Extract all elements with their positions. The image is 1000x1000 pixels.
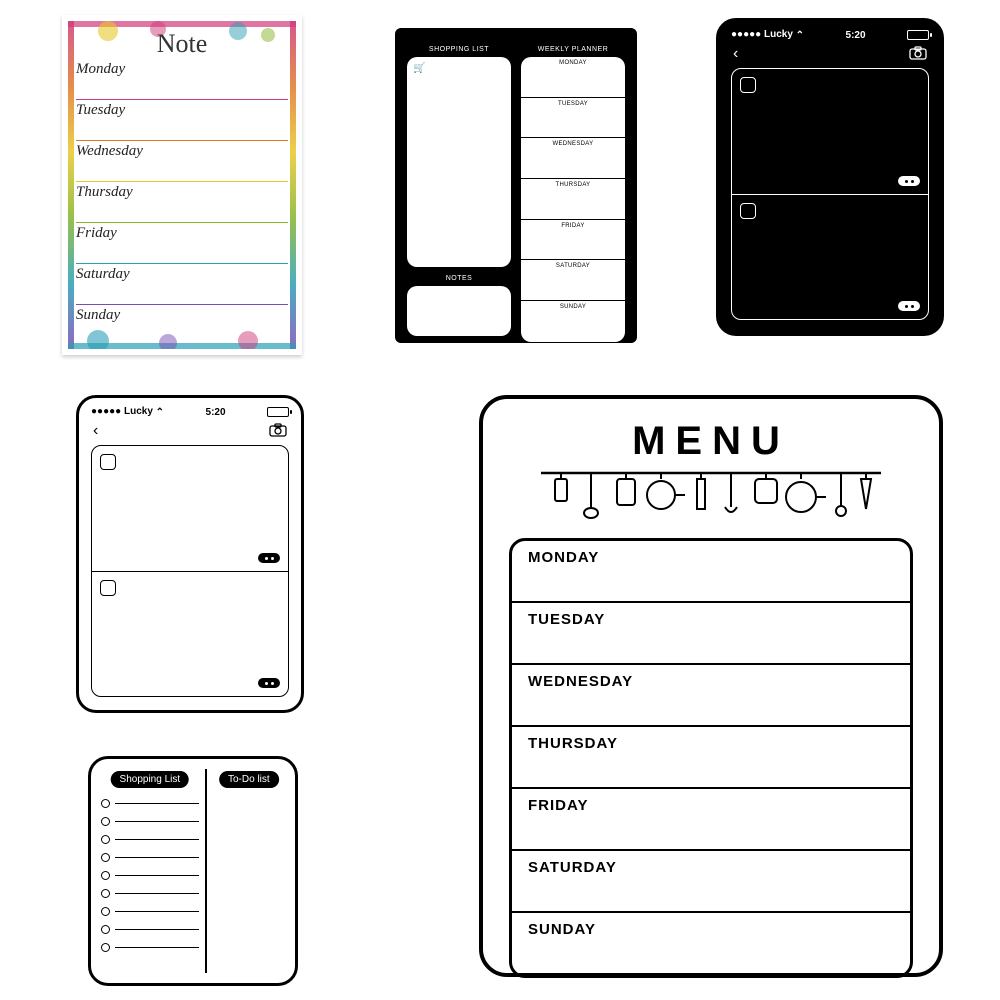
planner-day[interactable]: MONDAY: [521, 57, 625, 98]
battery-icon: [267, 407, 289, 417]
shopping-line[interactable]: [101, 884, 199, 902]
shopping-column: Shopping List: [101, 769, 207, 973]
checkbox-icon[interactable]: [100, 580, 116, 596]
todo-column[interactable]: To-Do list: [213, 769, 285, 973]
bullet-icon: [101, 853, 110, 862]
note-day-label: Sunday: [76, 307, 120, 324]
list-item[interactable]: [732, 69, 928, 194]
camera-icon[interactable]: [269, 423, 287, 439]
battery-icon: [907, 30, 929, 40]
content-list: [91, 445, 289, 697]
shopping-line[interactable]: [101, 920, 199, 938]
drag-handle-icon[interactable]: [898, 176, 920, 186]
back-icon[interactable]: ‹: [93, 423, 98, 439]
weekly-planner-card: SHOPPING LIST 🛒 NOTES WEEKLY PLANNER MON…: [395, 28, 637, 343]
note-day-label: Monday: [76, 61, 125, 78]
list-item[interactable]: [732, 194, 928, 319]
note-day-label: Friday: [76, 225, 117, 242]
bullet-icon: [101, 907, 110, 916]
note-week-list: Monday Tuesday Wednesday Thursday Friday…: [76, 59, 288, 339]
note-planner-card: Note Monday Tuesday Wednesday Thursday F…: [62, 15, 302, 355]
carrier-label: Lucky: [731, 29, 804, 41]
shopping-todo-card: Shopping List To-Do list: [88, 756, 298, 986]
weekly-planner-header: WEEKLY PLANNER: [521, 46, 625, 53]
planner-day[interactable]: THURSDAY: [521, 179, 625, 220]
bullet-icon: [101, 835, 110, 844]
note-day-label: Wednesday: [76, 143, 143, 160]
shopping-line[interactable]: [101, 848, 199, 866]
shopping-list-header: Shopping List: [111, 771, 190, 788]
menu-title: MENU: [509, 419, 913, 464]
clock: 5:20: [206, 407, 226, 418]
note-day-label: Thursday: [76, 184, 133, 201]
notes-header: NOTES: [407, 275, 511, 282]
camera-icon[interactable]: [909, 46, 927, 62]
menu-day[interactable]: SATURDAY: [512, 851, 910, 913]
clock: 5:20: [846, 30, 866, 41]
bullet-icon: [101, 799, 110, 808]
notes-box[interactable]: [407, 286, 511, 336]
kitchen-utensils-icon: [509, 462, 913, 532]
bullet-icon: [101, 889, 110, 898]
checkbox-icon[interactable]: [740, 77, 756, 93]
list-item[interactable]: [92, 446, 288, 571]
planner-day[interactable]: FRIDAY: [521, 220, 625, 261]
shopping-list-header: SHOPPING LIST: [407, 46, 511, 53]
list-item[interactable]: [92, 571, 288, 696]
status-bar: Lucky 5:20: [79, 398, 301, 421]
planner-day[interactable]: TUESDAY: [521, 98, 625, 139]
planner-day[interactable]: SUNDAY: [521, 301, 625, 342]
planner-day[interactable]: SATURDAY: [521, 260, 625, 301]
status-bar: Lucky 5:20: [719, 21, 941, 44]
todo-list-header: To-Do list: [219, 771, 279, 788]
menu-day[interactable]: MONDAY: [512, 541, 910, 603]
drag-handle-icon[interactable]: [258, 678, 280, 688]
weekly-planner-box: MONDAY TUESDAY WEDNESDAY THURSDAY FRIDAY…: [521, 57, 625, 342]
menu-week-list: MONDAY TUESDAY WEDNESDAY THURSDAY FRIDAY…: [509, 538, 913, 978]
checkbox-icon[interactable]: [740, 203, 756, 219]
shopping-line[interactable]: [101, 866, 199, 884]
planner-day[interactable]: WEDNESDAY: [521, 138, 625, 179]
phone-mock-light: Lucky 5:20 ‹: [76, 395, 304, 713]
shopping-line[interactable]: [101, 938, 199, 956]
bullet-icon: [101, 817, 110, 826]
menu-day[interactable]: FRIDAY: [512, 789, 910, 851]
bullet-icon: [101, 943, 110, 952]
note-day-label: Saturday: [76, 266, 130, 283]
drag-handle-icon[interactable]: [898, 301, 920, 311]
content-list: [731, 68, 929, 320]
menu-day[interactable]: TUESDAY: [512, 603, 910, 665]
menu-day[interactable]: THURSDAY: [512, 727, 910, 789]
back-icon[interactable]: ‹: [733, 46, 738, 62]
shopping-line[interactable]: [101, 812, 199, 830]
bullet-icon: [101, 871, 110, 880]
note-title: Note: [62, 29, 302, 59]
shopping-line[interactable]: [101, 902, 199, 920]
carrier-label: Lucky: [91, 406, 164, 418]
drag-handle-icon[interactable]: [258, 553, 280, 563]
checkbox-icon[interactable]: [100, 454, 116, 470]
shopping-line[interactable]: [101, 794, 199, 812]
menu-day[interactable]: WEDNESDAY: [512, 665, 910, 727]
nav-bar: ‹: [719, 44, 941, 68]
bullet-icon: [101, 925, 110, 934]
shopping-list-box[interactable]: 🛒: [407, 57, 511, 267]
menu-planner-card: MENU MONDAY TUESDAY WEDNESDAY THURSDAY F…: [479, 395, 943, 977]
note-day-label: Tuesday: [76, 102, 125, 119]
shopping-line[interactable]: [101, 830, 199, 848]
menu-day[interactable]: SUNDAY: [512, 913, 910, 975]
nav-bar: ‹: [79, 421, 301, 445]
phone-mock-dark: Lucky 5:20 ‹: [716, 18, 944, 336]
cart-icon: 🛒: [413, 63, 425, 74]
